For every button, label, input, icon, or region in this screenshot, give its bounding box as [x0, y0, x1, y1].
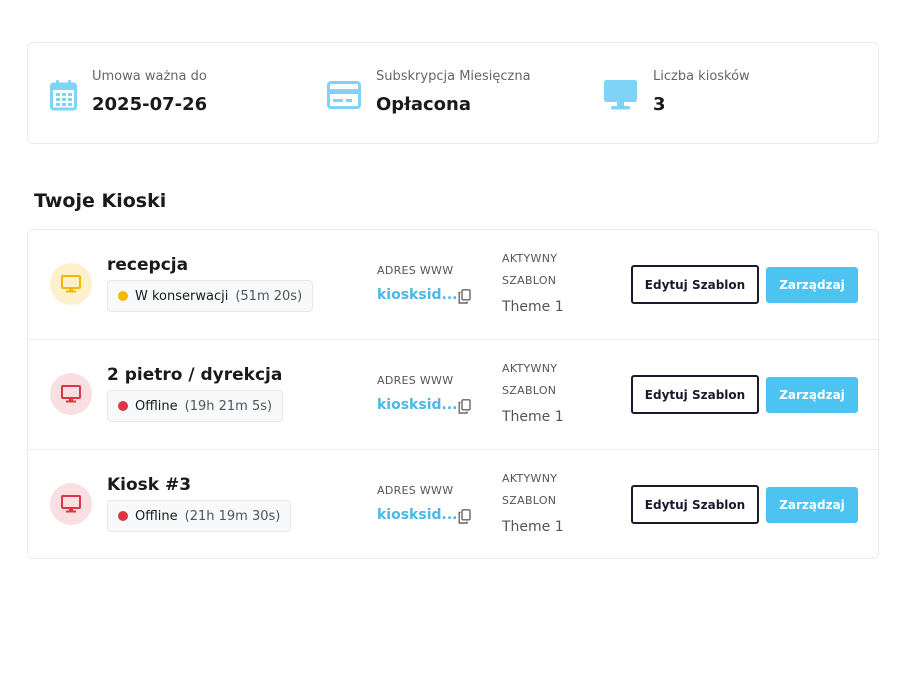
subscription-value: Opłacona	[376, 94, 472, 115]
template-label-1: AKTYWNY	[502, 472, 558, 485]
edit-template-button[interactable]: Edytuj Szablon	[631, 485, 759, 524]
template-value: Theme 1	[502, 409, 564, 425]
kiosk-name: recepcja	[107, 255, 189, 275]
contract-value: 2025-07-26	[92, 94, 208, 115]
monitor-icon	[61, 385, 81, 403]
status-text: Offline	[135, 508, 178, 524]
status-duration: (51m 20s)	[235, 288, 303, 304]
manage-button[interactable]: Zarządzaj	[766, 267, 858, 303]
monitor-icon	[61, 495, 81, 513]
template-label-2: SZABLON	[502, 384, 557, 397]
template-label-2: SZABLON	[502, 494, 557, 507]
edit-template-button[interactable]: Edytuj Szablon	[631, 265, 759, 304]
copy-icon[interactable]	[458, 399, 471, 418]
copy-icon[interactable]	[458, 289, 471, 308]
kiosk-count-label: Liczba kiosków	[653, 69, 750, 84]
kiosk-url-link[interactable]: kiosksid...	[377, 507, 457, 523]
status-dot	[118, 291, 128, 301]
url-label: ADRES WWW	[377, 264, 454, 277]
template-label-1: AKTYWNY	[502, 252, 558, 265]
url-label: ADRES WWW	[377, 484, 454, 497]
status-text: W konserwacji	[135, 288, 229, 304]
url-label: ADRES WWW	[377, 374, 454, 387]
monitor-icon	[603, 79, 638, 115]
kiosk-list: recepcja W konserwacji (51m 20s) ADRES W…	[27, 229, 879, 559]
kiosk-avatar	[50, 263, 92, 305]
kiosk-url-link[interactable]: kiosksid...	[377, 287, 457, 303]
kiosk-name: Kiosk #3	[107, 475, 192, 495]
kiosk-row: recepcja W konserwacji (51m 20s) ADRES W…	[28, 230, 878, 340]
section-title: Twoje Kioski	[34, 190, 167, 212]
manage-button[interactable]: Zarządzaj	[766, 487, 858, 523]
manage-button[interactable]: Zarządzaj	[766, 377, 858, 413]
status-duration: (19h 21m 5s)	[184, 398, 273, 414]
credit-card-icon	[327, 81, 361, 113]
status-dot	[118, 401, 128, 411]
contract-label: Umowa ważna do	[92, 69, 207, 84]
kiosk-count-value: 3	[653, 94, 666, 115]
subscription-label: Subskrypcja Miesięczna	[376, 69, 531, 84]
copy-icon[interactable]	[458, 509, 471, 528]
status-text: Offline	[135, 398, 178, 414]
calendar-icon	[50, 79, 77, 115]
status-dot	[118, 511, 128, 521]
edit-template-button[interactable]: Edytuj Szablon	[631, 375, 759, 414]
kiosk-avatar	[50, 483, 92, 525]
status-badge: Offline (19h 21m 5s)	[107, 390, 284, 422]
status-badge: W konserwacji (51m 20s)	[107, 280, 314, 312]
monitor-icon	[61, 275, 81, 293]
kiosk-row: Kiosk #3 Offline (21h 19m 30s) ADRES WWW…	[28, 450, 878, 558]
kiosk-name: 2 pietro / dyrekcja	[107, 365, 283, 385]
template-value: Theme 1	[502, 299, 564, 315]
status-duration: (21h 19m 30s)	[184, 508, 281, 524]
kiosk-url-link[interactable]: kiosksid...	[377, 397, 457, 413]
kiosk-avatar	[50, 373, 92, 415]
summary-card: Umowa ważna do 2025-07-26 Subskrypcja Mi…	[27, 42, 879, 144]
status-badge: Offline (21h 19m 30s)	[107, 500, 292, 532]
template-label-1: AKTYWNY	[502, 362, 558, 375]
kiosk-row: 2 pietro / dyrekcja Offline (19h 21m 5s)…	[28, 340, 878, 450]
template-value: Theme 1	[502, 519, 564, 535]
template-label-2: SZABLON	[502, 274, 557, 287]
